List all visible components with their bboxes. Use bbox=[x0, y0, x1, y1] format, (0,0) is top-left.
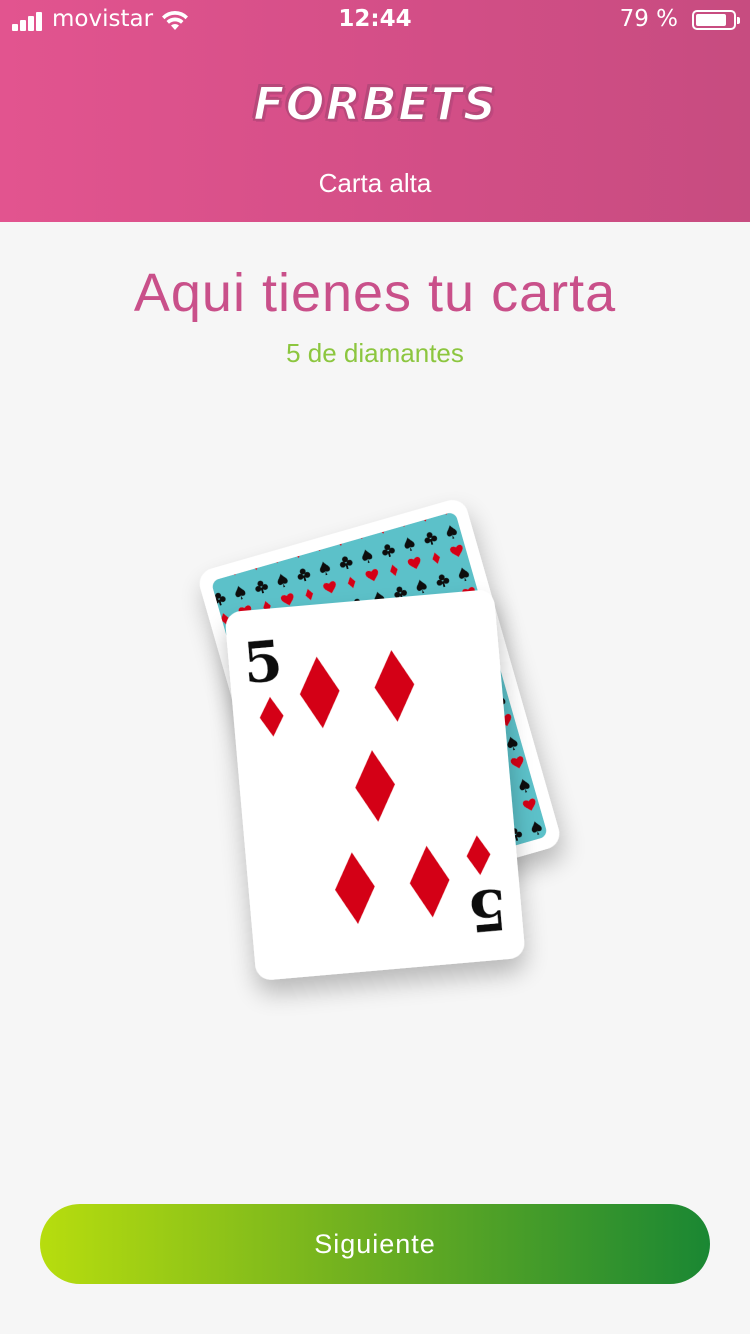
battery-percent: 79 % bbox=[619, 6, 678, 32]
header-subtitle: Carta alta bbox=[318, 168, 432, 198]
card-rank-bottom: 5 bbox=[465, 875, 510, 944]
app-header: movistar 12:44 79 % FORBETS Carta alta bbox=[0, 0, 750, 222]
status-bar: movistar 12:44 79 % bbox=[0, 0, 750, 42]
back-card bbox=[199, 500, 560, 918]
forbets-logo: FORBETS bbox=[252, 76, 497, 132]
page-title: Aqui tienes tu carta bbox=[133, 263, 617, 323]
card-rank-top: 5 bbox=[241, 628, 286, 697]
drawn-card-name: 5 de diamantes bbox=[286, 338, 464, 368]
front-card: 5 5 bbox=[225, 590, 525, 980]
next-button[interactable]: Siguiente bbox=[40, 1204, 710, 1284]
battery-icon bbox=[692, 10, 740, 30]
